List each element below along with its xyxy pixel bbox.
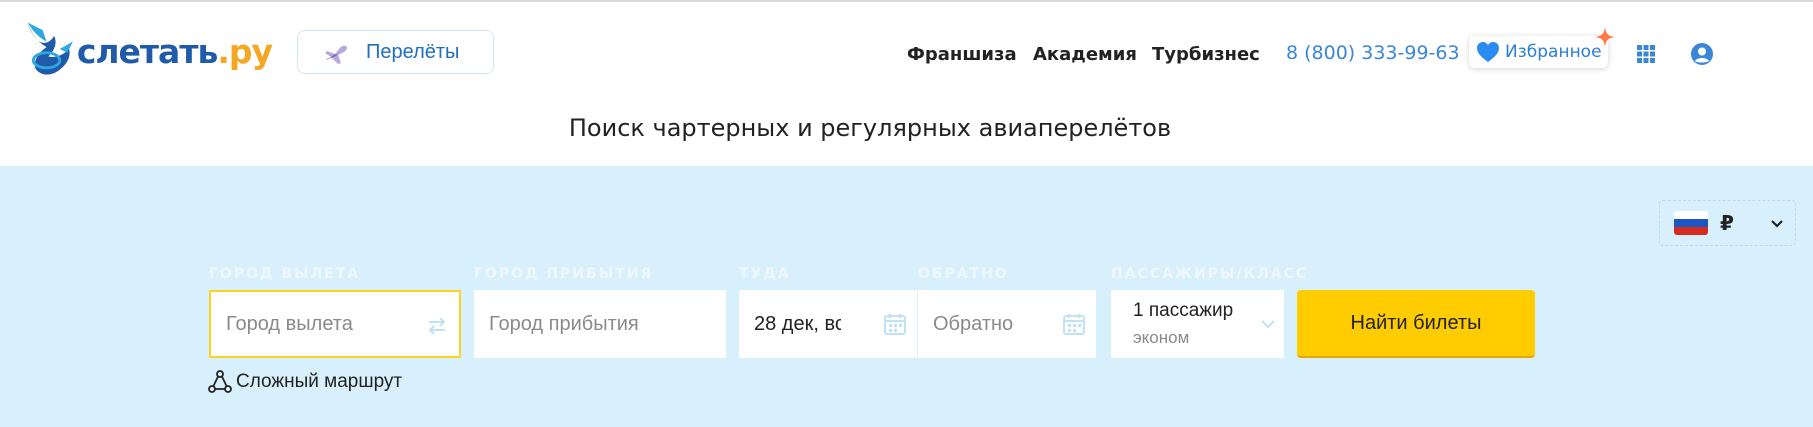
return-label: ОБРАТНО [918,266,1009,282]
complex-route-label: Сложный маршрут [236,371,403,392]
travel-class: эконом [1133,328,1190,347]
route-nodes-icon [208,370,232,393]
phone-link[interactable]: 8 (800) 333-99-63 [1286,42,1460,64]
complex-route-link[interactable]: Сложный маршрут [208,370,402,394]
to-field[interactable] [474,290,726,358]
apps-grid-icon[interactable] [1636,44,1656,64]
russia-flag-icon [1674,211,1708,235]
favorites-label: Избранное [1505,42,1602,62]
page-subtitle: Поиск чартерных и регулярных авиаперелёт… [568,114,1172,142]
nav-link-academy[interactable]: Академия [1033,44,1137,65]
search-panel: ₽ ГОРОД ВЫЛЕТА ГОРОД ПРИБЫТИЯ ТУДА ОБРАТ… [0,166,1813,427]
nav-link-franchise[interactable]: Франшиза [907,44,1017,65]
to-input[interactable] [474,312,726,336]
passengers-selector[interactable]: 1 пассажир эконом [1111,290,1284,358]
calendar-icon [1063,314,1085,335]
nav-franchise[interactable]: Франшиза [907,40,1017,68]
passenger-count: 1 пассажир [1133,300,1234,321]
depart-date-field[interactable] [739,290,917,358]
sparkle-icon [1595,27,1615,47]
return-date-field[interactable] [918,290,1096,358]
swap-arrows-icon[interactable] [425,314,449,338]
logo-text: слетать.ру [76,31,273,71]
calendar-icon [884,314,906,335]
chevron-down-icon [1261,320,1275,329]
nav-academy[interactable]: Академия [1033,40,1137,68]
from-input[interactable] [211,312,459,336]
to-label: ГОРОД ПРИБЫТИЯ [474,266,654,282]
logo[interactable]: слетать.ру [22,16,273,82]
nav-turbusiness[interactable]: Турбизнес [1152,40,1260,68]
depart-date-input[interactable] [739,312,841,336]
search-tickets-button[interactable]: Найти билеты [1297,290,1535,358]
from-field[interactable] [209,290,461,358]
site-header: слетать.ру Перелёты Франшиза Академия Ту… [0,2,1813,98]
currency-selector[interactable]: ₽ [1659,200,1796,246]
favorites-button[interactable]: Избранное [1469,27,1615,68]
nav-link-turbusiness[interactable]: Турбизнес [1152,44,1260,65]
flights-button[interactable]: Перелёты [297,30,494,74]
flights-button-label: Перелёты [366,40,460,63]
depart-label: ТУДА [739,266,791,282]
user-account-icon[interactable] [1690,42,1714,66]
chevron-down-icon [1771,220,1783,228]
heart-icon [1477,42,1499,62]
from-label: ГОРОД ВЫЛЕТА [209,266,361,282]
passengers-label: ПАССАЖИРЫ/КЛАСС [1111,266,1309,282]
currency-symbol: ₽ [1720,212,1734,235]
bird-logo-icon [27,22,73,75]
airplane-icon [325,45,348,64]
